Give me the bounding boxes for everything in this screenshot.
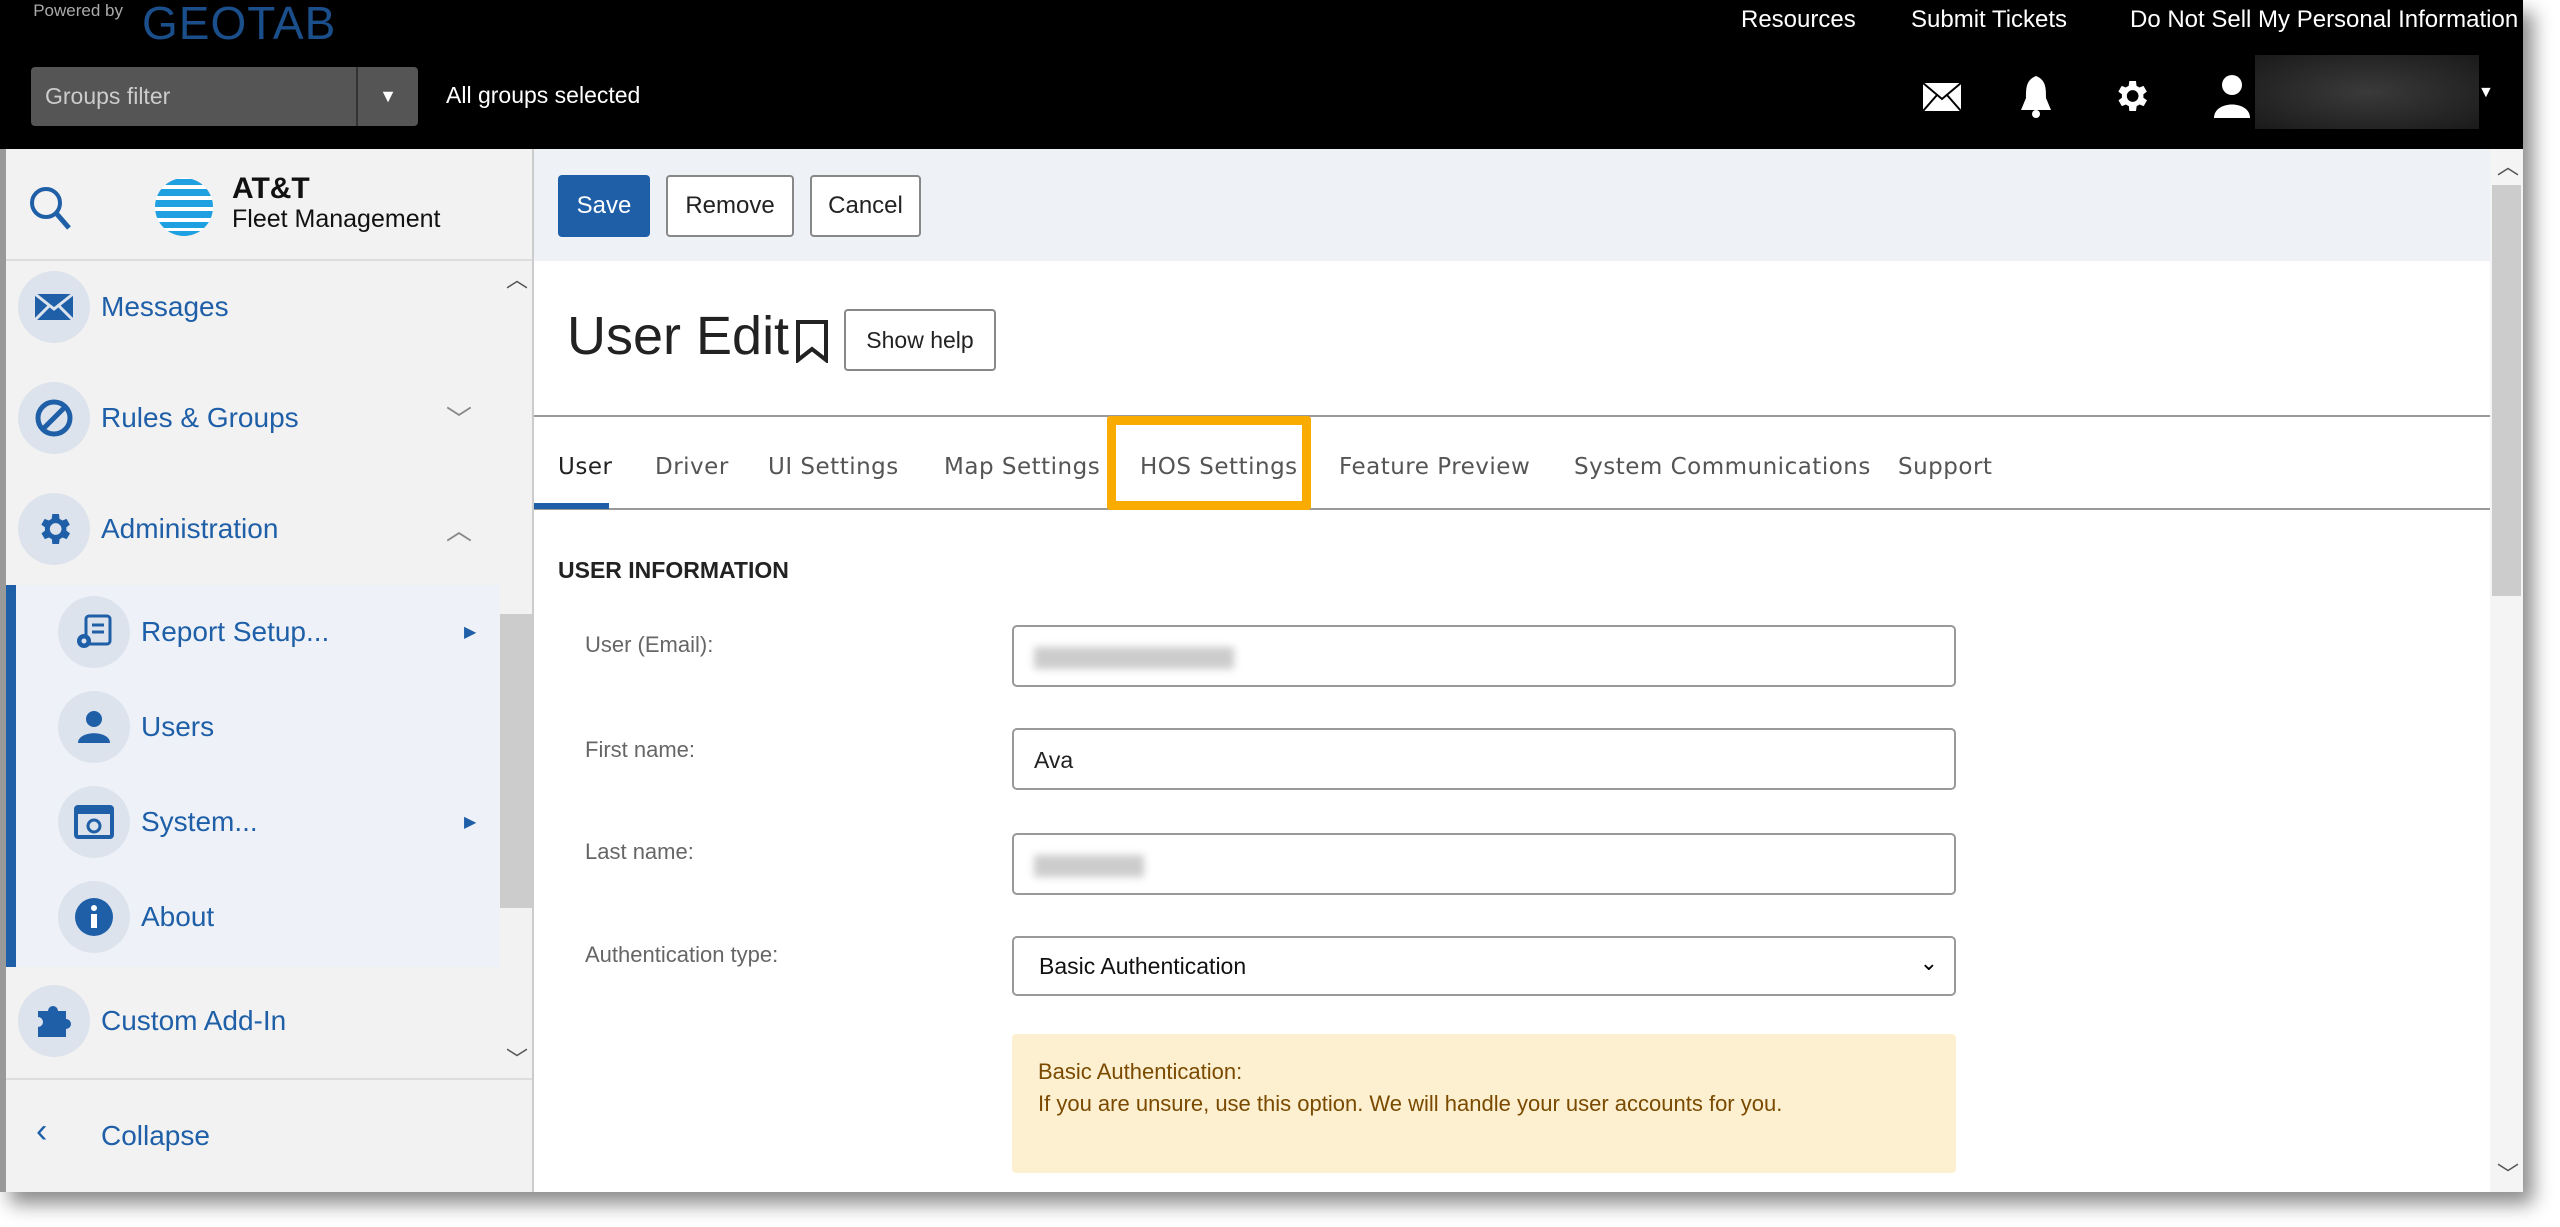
scroll-down-icon[interactable]: ﹀ <box>506 1042 528 1074</box>
search-icon[interactable] <box>28 185 72 231</box>
powered-by-text: Powered by <box>33 1 123 20</box>
top-bar: Powered by GEOTAB Groups filter ▼ All gr… <box>0 0 2523 149</box>
groups-filter-dropdown-icon[interactable]: ▼ <box>356 67 418 126</box>
last-name-label: Last name: <box>585 839 694 864</box>
show-help-button[interactable]: Show help <box>844 309 996 371</box>
sidebar-item-rules-groups[interactable]: Rules & Groups ﹀ <box>6 373 500 463</box>
scroll-down-icon[interactable]: ﹀ <box>2497 1157 2519 1189</box>
sidebar: AT&T Fleet Management Messages Rules & G… <box>0 149 534 1192</box>
user-icon <box>58 691 130 763</box>
scroll-up-icon[interactable]: ︿ <box>2497 149 2519 181</box>
collapse-button[interactable]: ‹ Collapse <box>6 1078 532 1192</box>
caret-right-icon: ▶ <box>464 624 477 641</box>
main-scrollbar-thumb[interactable] <box>2492 185 2521 596</box>
app-window: Powered by GEOTAB Groups filter ▼ All gr… <box>0 0 2523 1192</box>
info-text: If you are unsure, use this option. We w… <box>1038 1091 1783 1116</box>
user-name-redacted[interactable] <box>2255 55 2479 129</box>
tab-driver[interactable]: Driver <box>655 454 729 480</box>
caret-right-icon: ▶ <box>464 814 477 831</box>
groups-filter[interactable]: Groups filter ▼ <box>31 67 418 126</box>
report-setup-icon <box>58 596 130 668</box>
sidebar-scrollbar[interactable]: ︿ ﹀ <box>500 262 532 1078</box>
envelope-icon <box>18 271 90 343</box>
sidebar-item-system[interactable]: System... ▶ <box>16 777 500 867</box>
tab-feature-preview[interactable]: Feature Preview <box>1339 454 1530 480</box>
sidebar-item-label: About <box>141 901 215 932</box>
groups-filter-placeholder: Groups filter <box>45 83 171 109</box>
tab-support[interactable]: Support <box>1898 454 1992 480</box>
system-icon <box>58 786 130 858</box>
gear-icon <box>18 493 90 565</box>
sidebar-item-label: Users <box>141 711 215 742</box>
first-name-label: First name: <box>585 737 696 762</box>
prohibit-icon <box>18 382 90 454</box>
auth-type-value: Basic Authentication <box>1039 953 1247 979</box>
do-not-sell-link[interactable]: Do Not Sell My Personal Information <box>2130 6 2518 34</box>
email-label: User (Email): <box>585 632 714 657</box>
sidebar-item-label: Messages <box>101 291 229 322</box>
sidebar-item-about[interactable]: About <box>16 872 500 962</box>
sidebar-scrollbar-thumb[interactable] <box>500 614 532 908</box>
sidebar-item-label: Custom Add-In <box>101 1005 287 1036</box>
main-scrollbar[interactable]: ︿ ﹀ <box>2490 149 2523 1192</box>
puzzle-icon <box>18 985 90 1057</box>
main-content: Save Remove Cancel User Edit Show help U… <box>534 149 2490 1192</box>
remove-button[interactable]: Remove <box>666 175 794 237</box>
tab-bar-line <box>534 508 2490 510</box>
auth-info-box: Basic Authentication: If you are unsure,… <box>1012 1034 1956 1173</box>
save-button[interactable]: Save <box>558 175 650 237</box>
administration-submenu: Report Setup... ▶ Users System... ▶ Abou… <box>6 585 500 967</box>
auth-type-select[interactable]: Basic Authentication ⌄ <box>1012 936 1956 996</box>
user-icon[interactable] <box>2214 74 2250 118</box>
submit-tickets-link[interactable]: Submit Tickets <box>1911 6 2067 34</box>
info-title: Basic Authentication: <box>1038 1059 1243 1084</box>
chevron-down-icon: ⌄ <box>1919 950 1938 975</box>
last-name-field[interactable] <box>1012 833 1956 895</box>
section-heading: USER INFORMATION <box>558 557 789 583</box>
logo-line1: AT&T <box>232 172 310 205</box>
highlight-box <box>1107 416 1311 510</box>
chevron-down-icon[interactable]: ﹀ <box>446 400 472 437</box>
chevron-up-icon[interactable]: ︿ <box>446 511 472 548</box>
gear-icon[interactable] <box>2111 76 2151 116</box>
resources-link[interactable]: Resources <box>1741 6 1856 34</box>
divider <box>534 415 2490 417</box>
info-icon <box>58 881 130 953</box>
bell-icon[interactable] <box>2018 74 2054 120</box>
sidebar-item-label: Administration <box>101 513 279 544</box>
sidebar-item-label: Report Setup... <box>141 616 330 647</box>
groups-status: All groups selected <box>446 82 641 108</box>
sidebar-item-administration[interactable]: Administration ︿ <box>6 484 500 574</box>
att-globe-logo <box>155 178 213 236</box>
toolbar: Save Remove Cancel <box>534 149 2490 261</box>
tab-user[interactable]: User <box>558 454 612 480</box>
sidebar-item-report-setup[interactable]: Report Setup... ▶ <box>16 587 500 677</box>
collapse-label: Collapse <box>101 1120 210 1151</box>
auth-type-label: Authentication type: <box>585 942 779 967</box>
user-menu-caret-icon[interactable]: ▼ <box>2478 84 2494 102</box>
scroll-up-icon[interactable]: ︿ <box>506 262 528 294</box>
bookmark-icon[interactable] <box>794 319 830 363</box>
mail-icon[interactable] <box>1922 82 1962 112</box>
sidebar-item-label: Rules & Groups <box>101 402 299 433</box>
email-field[interactable] <box>1012 625 1956 687</box>
active-tab-indicator <box>534 503 609 509</box>
geotab-logo: GEOTAB <box>142 0 337 49</box>
tab-ui-settings[interactable]: UI Settings <box>768 454 899 480</box>
first-name-field[interactable]: Ava <box>1012 728 1956 790</box>
chevron-left-icon: ‹ <box>36 1112 48 1150</box>
cancel-button[interactable]: Cancel <box>810 175 921 237</box>
sidebar-item-label: System... <box>141 806 258 837</box>
sidebar-item-messages[interactable]: Messages <box>6 262 500 352</box>
sidebar-item-users[interactable]: Users <box>16 682 500 772</box>
tab-system-communications[interactable]: System Communications <box>1574 454 1871 480</box>
sidebar-header: AT&T Fleet Management <box>6 149 532 261</box>
page-title: User Edit <box>567 306 790 366</box>
logo-line2: Fleet Management <box>232 205 441 233</box>
tab-map-settings[interactable]: Map Settings <box>944 454 1100 480</box>
sidebar-item-custom-add-in[interactable]: Custom Add-In <box>6 976 500 1066</box>
